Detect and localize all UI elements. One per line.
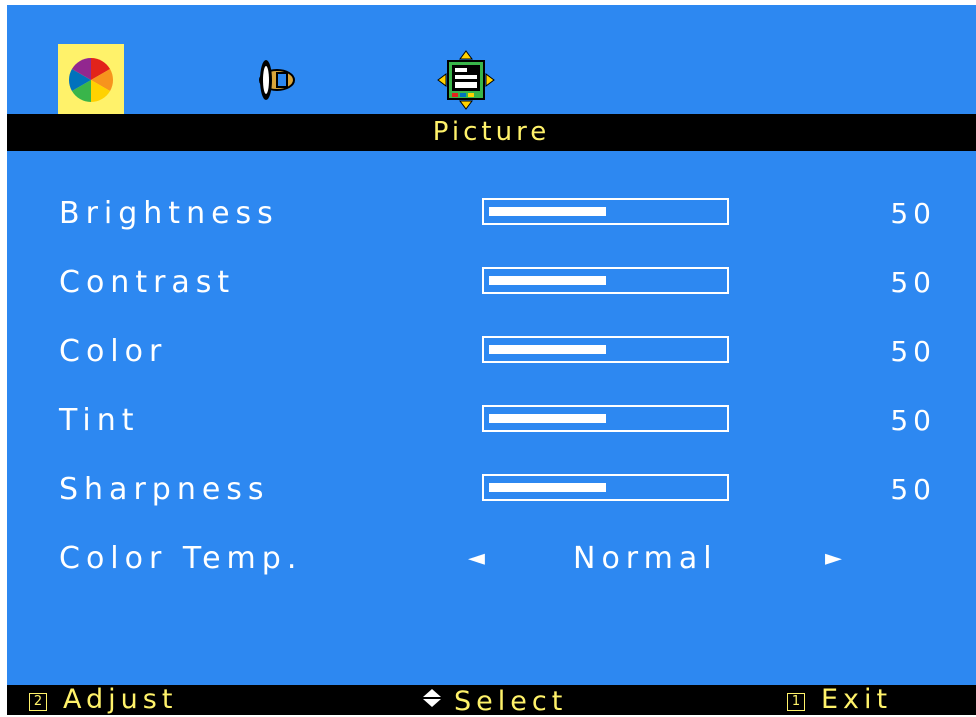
setting-label: Tint [59, 403, 140, 438]
setting-label: Brightness [59, 196, 279, 231]
right-arrow-icon[interactable]: ► [825, 534, 842, 584]
tab-display[interactable] [433, 44, 499, 116]
page-title: Picture [432, 117, 551, 147]
speaker-icon [259, 60, 295, 100]
footer-exit: 1 Exit [787, 685, 892, 715]
slider-fill [489, 276, 606, 285]
select-label: Select [454, 686, 568, 717]
setting-value: 50 [890, 404, 936, 437]
setting-row-tint[interactable]: Tint 50 [7, 396, 976, 446]
setting-label: Contrast [59, 265, 236, 300]
contrast-slider[interactable] [482, 267, 729, 294]
up-down-arrow-icon [422, 685, 442, 715]
setting-label: Color Temp. [59, 541, 303, 576]
slider-fill [489, 345, 606, 354]
setting-row-contrast[interactable]: Contrast 50 [7, 258, 976, 308]
footer-select: Select [422, 685, 568, 717]
setting-value: 50 [890, 335, 936, 368]
key-2-icon: 2 [29, 693, 47, 711]
setting-label: Sharpness [59, 472, 270, 507]
slider-fill [489, 207, 606, 216]
exit-label: Exit [821, 684, 893, 715]
osd-menu: Picture Brightness 50 Contrast 50 Color … [7, 5, 976, 717]
footer-bar: 2 Adjust Select 1 Exit [7, 685, 976, 717]
footer-adjust: 2 Adjust [29, 685, 177, 715]
key-1-icon: 1 [787, 693, 805, 711]
setting-value: 50 [890, 266, 936, 299]
setting-value: 50 [890, 197, 936, 230]
screen-position-icon [437, 50, 495, 110]
color-wheel-icon [69, 58, 113, 102]
setting-label: Color [59, 334, 168, 369]
title-bar: Picture [7, 114, 976, 151]
tab-picture[interactable] [58, 44, 124, 116]
setting-row-color[interactable]: Color 50 [7, 327, 976, 377]
slider-fill [489, 483, 606, 492]
adjust-label: Adjust [63, 684, 178, 715]
slider-fill [489, 414, 606, 423]
brightness-slider[interactable] [482, 198, 729, 225]
left-arrow-icon[interactable]: ◄ [468, 534, 485, 584]
color-temp-value: Normal [573, 541, 718, 576]
tab-audio[interactable] [244, 44, 310, 116]
setting-value: 50 [890, 473, 936, 506]
setting-row-color-temp[interactable]: Color Temp. ◄ Normal ► [7, 534, 976, 584]
sharpness-slider[interactable] [482, 474, 729, 501]
setting-row-brightness[interactable]: Brightness 50 [7, 189, 976, 239]
setting-row-sharpness[interactable]: Sharpness 50 [7, 465, 976, 515]
color-slider[interactable] [482, 336, 729, 363]
tint-slider[interactable] [482, 405, 729, 432]
